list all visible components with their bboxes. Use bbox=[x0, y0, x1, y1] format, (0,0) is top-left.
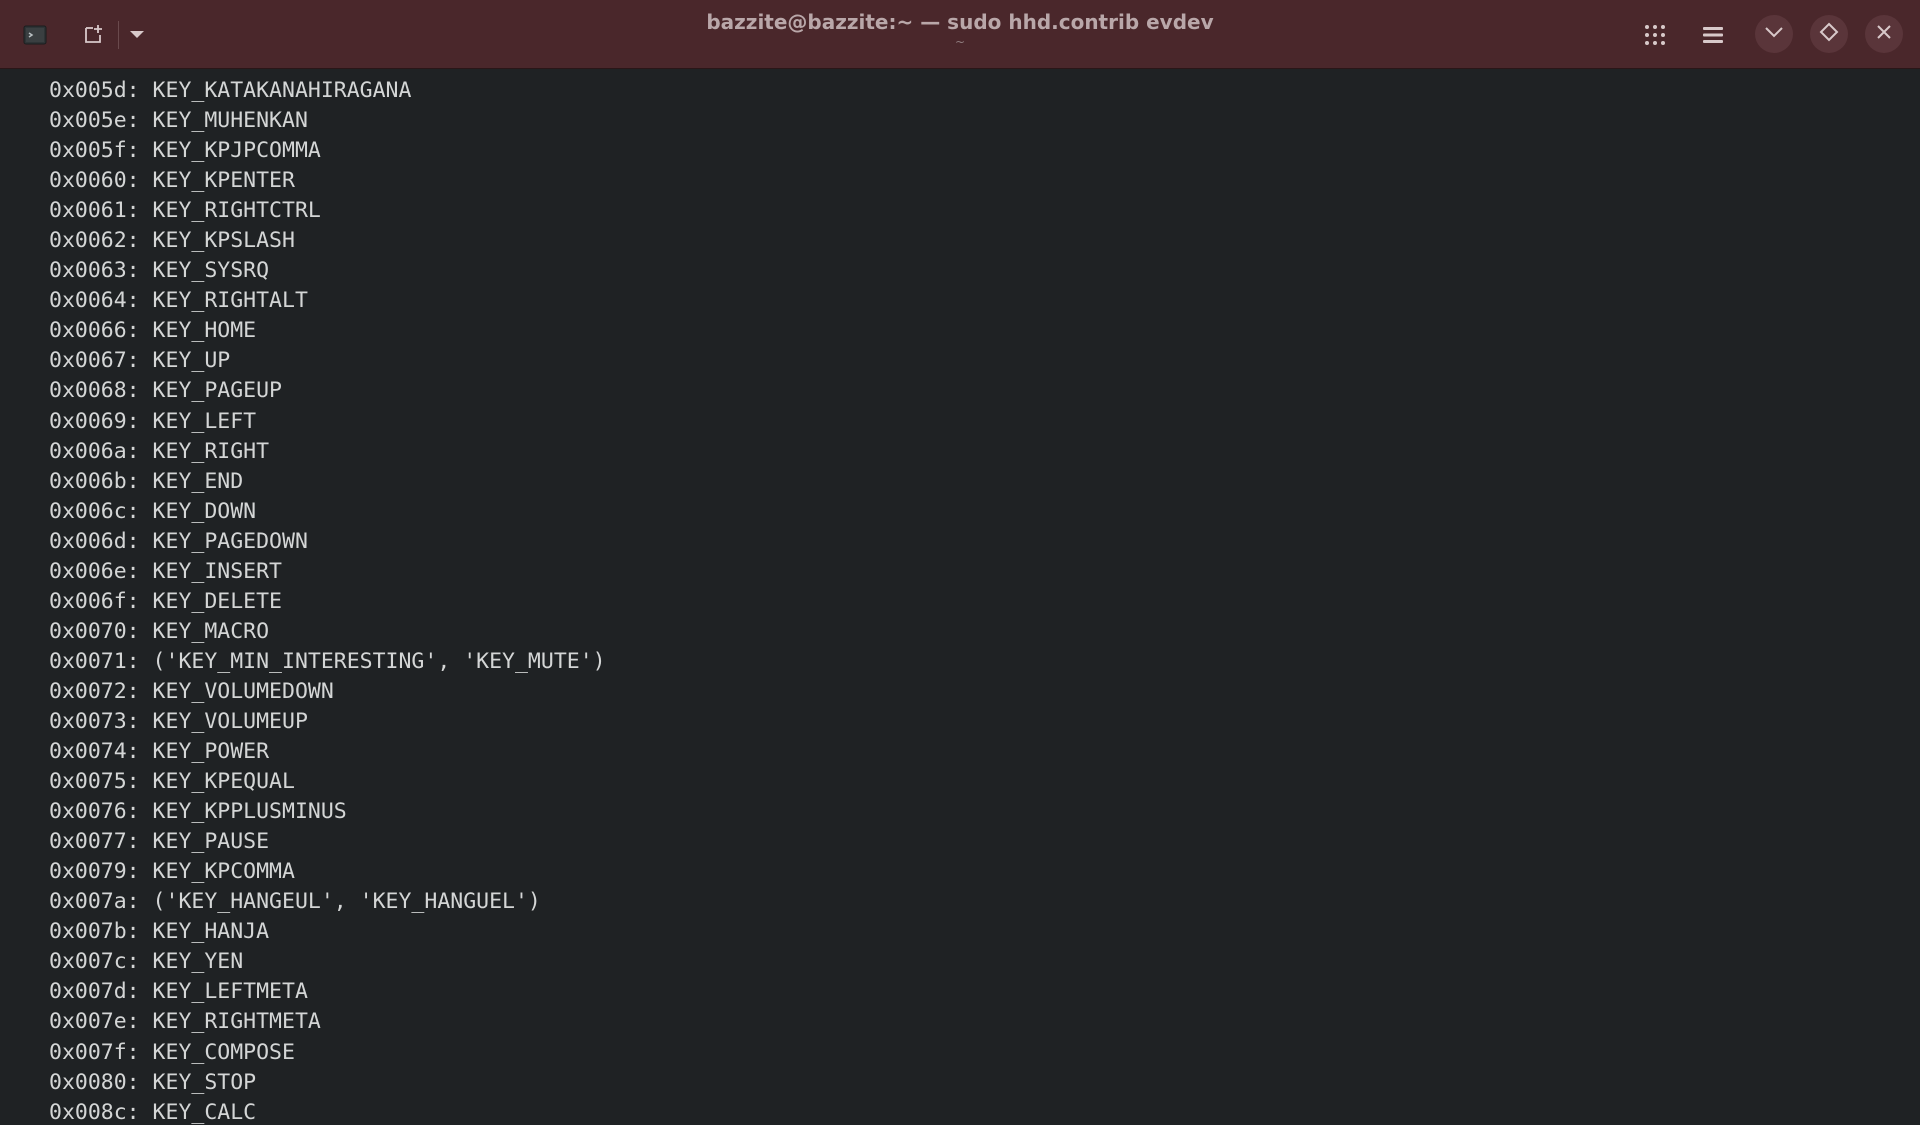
terminal-line: 0x0068: KEY_PAGEUP bbox=[49, 378, 282, 404]
terminal-line: 0x0062: KEY_KPSLASH bbox=[49, 228, 295, 254]
new-tab-button[interactable] bbox=[78, 18, 110, 50]
terminal-line: 0x0077: KEY_PAUSE bbox=[49, 829, 270, 855]
terminal-line: 0x007c: KEY_YEN bbox=[49, 949, 244, 975]
terminal-icon[interactable] bbox=[20, 20, 50, 50]
terminal-line: 0x0072: KEY_VOLUMEDOWN bbox=[49, 678, 334, 704]
terminal-line: 0x005f: KEY_KPJPCOMMA bbox=[49, 138, 321, 164]
terminal-line: 0x007e: KEY_RIGHTMETA bbox=[49, 1009, 321, 1035]
maximize-button[interactable] bbox=[1810, 15, 1848, 53]
chevron-down-icon bbox=[129, 30, 145, 40]
terminal-line: 0x0075: KEY_KPEQUAL bbox=[49, 769, 295, 795]
maximize-icon bbox=[1819, 22, 1839, 47]
terminal-line: 0x007d: KEY_LEFTMETA bbox=[49, 979, 308, 1005]
menu-button[interactable] bbox=[1696, 18, 1730, 52]
toolbar-divider bbox=[118, 21, 119, 49]
window-subtitle: ~ bbox=[954, 35, 966, 49]
terminal-line: 0x0071: ('KEY_MIN_INTERESTING', 'KEY_MUT… bbox=[49, 648, 606, 674]
terminal-line: 0x006e: KEY_INSERT bbox=[49, 558, 282, 584]
terminal-line: 0x005d: KEY_KATAKANAHIRAGANA bbox=[49, 78, 412, 103]
terminal-line: 0x0069: KEY_LEFT bbox=[49, 408, 257, 434]
terminal-line: 0x005e: KEY_MUHENKAN bbox=[49, 108, 308, 134]
terminal-output[interactable]: 0x005d: KEY_KATAKANAHIRAGANA 0x005e: KEY_… bbox=[0, 69, 1920, 1125]
terminal-line: 0x006d: KEY_PAGEDOWN bbox=[49, 528, 308, 554]
close-icon bbox=[1876, 24, 1892, 45]
terminal-line: 0x0061: KEY_RIGHTCTRL bbox=[49, 198, 321, 224]
app-grid-icon bbox=[1644, 24, 1666, 46]
hamburger-menu-icon bbox=[1702, 26, 1724, 44]
terminal-window: bazzite@bazzite:~ — sudo hhd.contrib evd… bbox=[0, 0, 1920, 1125]
close-button[interactable] bbox=[1865, 15, 1903, 53]
window-title: bazzite@bazzite:~ — sudo hhd.contrib evd… bbox=[706, 10, 1214, 34]
new-tab-dropdown-button[interactable] bbox=[124, 20, 150, 50]
terminal-line: 0x006f: KEY_DELETE bbox=[49, 588, 282, 614]
terminal-line: 0x0080: KEY_STOP bbox=[49, 1069, 257, 1095]
terminal-line: 0x006c: KEY_DOWN bbox=[49, 498, 257, 524]
terminal-line: 0x007f: KEY_COMPOSE bbox=[49, 1039, 295, 1065]
terminal-line: 0x008c: KEY_CALC bbox=[49, 1099, 257, 1125]
terminal-line: 0x0067: KEY_UP bbox=[49, 348, 231, 374]
title-area: bazzite@bazzite:~ — sudo hhd.contrib evd… bbox=[560, 8, 1360, 48]
new-tab-icon bbox=[82, 22, 106, 46]
terminal-line: 0x0064: KEY_RIGHTALT bbox=[49, 288, 308, 314]
app-grid-button[interactable] bbox=[1638, 18, 1672, 52]
terminal-line: 0x0074: KEY_POWER bbox=[49, 739, 270, 765]
terminal-line: 0x0073: KEY_VOLUMEUP bbox=[49, 708, 308, 734]
minimize-button[interactable] bbox=[1755, 15, 1793, 53]
terminal-line: 0x007a: ('KEY_HANGEUL', 'KEY_HANGUEL') bbox=[49, 889, 541, 915]
terminal-line: 0x0060: KEY_KPENTER bbox=[49, 168, 295, 194]
terminal-line: 0x006a: KEY_RIGHT bbox=[49, 438, 270, 464]
terminal-line: 0x0079: KEY_KPCOMMA bbox=[49, 859, 295, 885]
terminal-line: 0x0063: KEY_SYSRQ bbox=[49, 258, 270, 284]
terminal-line: 0x006b: KEY_END bbox=[49, 468, 244, 494]
terminal-line: 0x0076: KEY_KPPLUSMINUS bbox=[49, 799, 347, 825]
minimize-icon bbox=[1764, 25, 1784, 43]
terminal-line: 0x007b: KEY_HANJA bbox=[49, 919, 270, 945]
title-bar[interactable]: bazzite@bazzite:~ — sudo hhd.contrib evd… bbox=[0, 0, 1920, 69]
terminal-line: 0x0070: KEY_MACRO bbox=[49, 618, 270, 644]
terminal-line: 0x0066: KEY_HOME bbox=[49, 318, 257, 344]
